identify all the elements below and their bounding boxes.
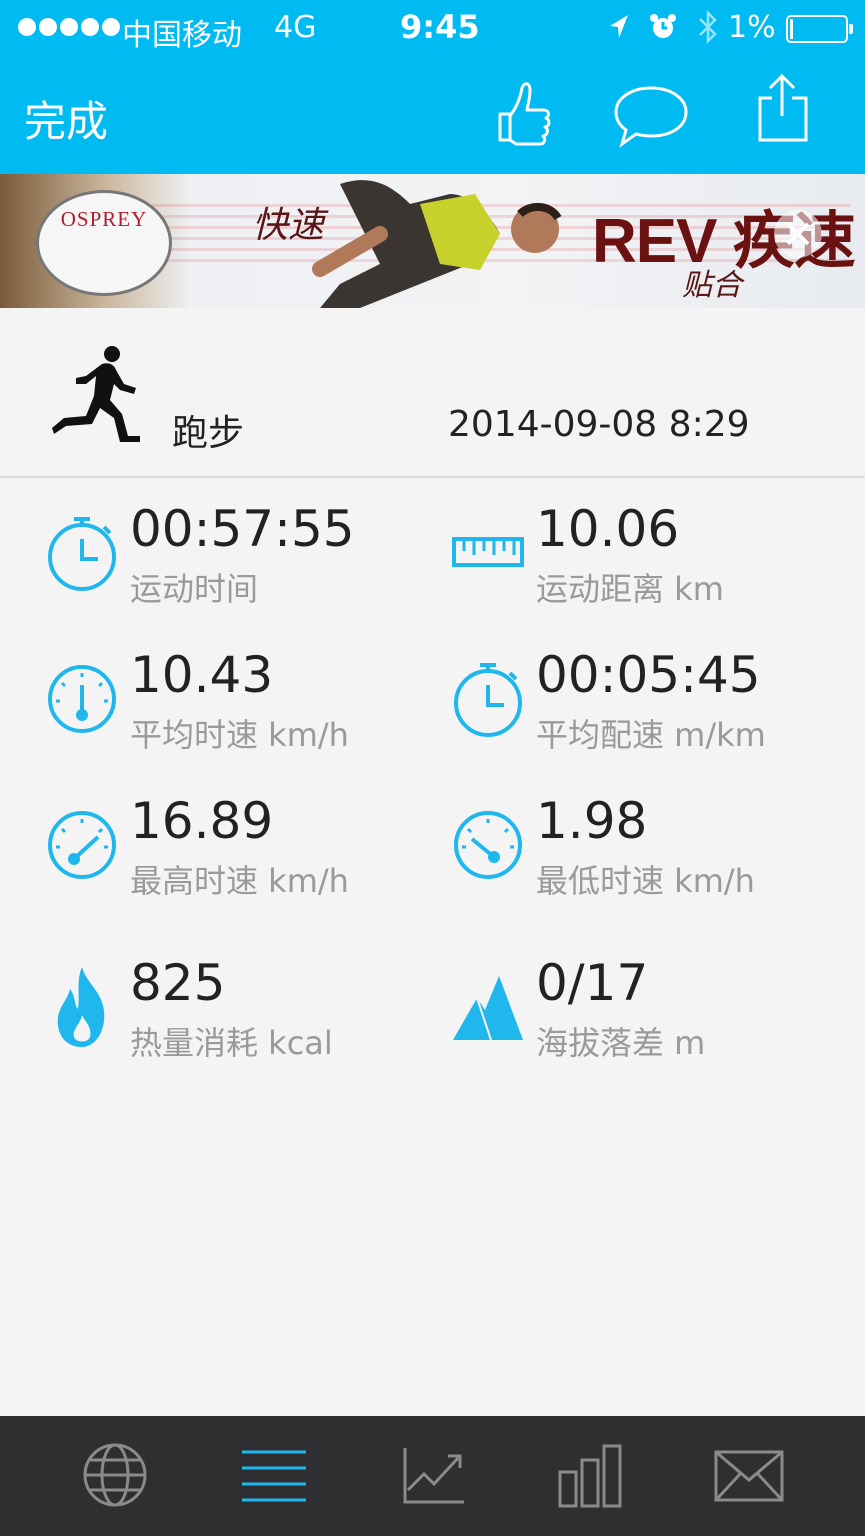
- ad-tagline-2: 贴合: [682, 268, 742, 303]
- mail-icon[interactable]: [714, 1450, 784, 1502]
- carrier-name: 中国移动: [122, 18, 242, 53]
- stat-label: 最低时速 km/h: [536, 862, 755, 900]
- ad-banner[interactable]: OSPREY 快速 REV 疾速 贴合: [0, 174, 865, 308]
- stat-value: 16.89: [130, 792, 274, 850]
- stat-label: 平均时速 km/h: [130, 716, 349, 754]
- running-icon: [52, 346, 140, 442]
- stat-value: 10.06: [536, 500, 680, 558]
- tab-bar: [0, 1416, 865, 1536]
- stopwatch-icon: [48, 517, 116, 591]
- stat-label: 运动时间: [130, 570, 259, 608]
- ad-close-icon[interactable]: [772, 208, 824, 260]
- alarm-icon: [650, 14, 676, 38]
- osprey-logo: OSPREY: [36, 190, 172, 296]
- ad-runner-image: [312, 180, 562, 308]
- ruler-icon: [452, 537, 524, 567]
- bar-chart-icon[interactable]: [556, 1442, 624, 1508]
- stat-label: 热量消耗 kcal: [130, 1024, 333, 1062]
- list-icon[interactable]: [240, 1446, 308, 1506]
- activity-header: 跑步 2014-09-08 8:29: [0, 308, 865, 478]
- thumbs-up-icon[interactable]: [494, 74, 554, 150]
- share-icon[interactable]: [752, 72, 812, 144]
- network-type: 4G: [274, 10, 317, 45]
- stat-value: 1.98: [536, 792, 648, 850]
- stat-value: 00:05:45: [536, 646, 761, 704]
- stat-min-speed: 1.98 最低时速 km/h: [450, 792, 865, 910]
- stat-value: 00:57:55: [130, 500, 355, 558]
- battery-icon: [786, 15, 853, 43]
- speedometer-low-icon: [454, 811, 522, 879]
- stat-value: 825: [130, 954, 226, 1012]
- comment-icon[interactable]: [612, 84, 690, 148]
- bluetooth-icon: [699, 10, 717, 44]
- stat-label: 最高时速 km/h: [130, 862, 349, 900]
- stopwatch-icon: [454, 663, 522, 737]
- activity-datetime: 2014-09-08 8:29: [448, 404, 750, 445]
- battery-percent: 1%: [728, 10, 776, 45]
- status-bar: 中国移动 4G 9:45 1%: [0, 0, 865, 56]
- status-time: 9:45: [400, 8, 480, 46]
- stat-label: 海拔落差 m: [536, 1024, 706, 1062]
- stat-label: 平均配速 m/km: [536, 716, 766, 754]
- stat-avg-pace: 00:05:45 平均配速 m/km: [450, 646, 865, 764]
- gauge-icon: [48, 665, 116, 733]
- trend-chart-icon[interactable]: [402, 1444, 466, 1506]
- stat-value: 10.43: [130, 646, 274, 704]
- stat-max-speed: 16.89 最高时速 km/h: [44, 792, 464, 910]
- globe-icon[interactable]: [82, 1442, 148, 1508]
- activity-type: 跑步: [172, 413, 245, 454]
- stat-distance: 10.06 运动距离 km: [450, 500, 865, 618]
- stat-label: 运动距离 km: [536, 570, 724, 608]
- navigation-bar: 完成: [0, 56, 865, 174]
- stat-elevation: 0/17 海拔落差 m: [450, 954, 865, 1072]
- stat-calories: 825 热量消耗 kcal: [44, 954, 464, 1072]
- location-arrow-icon: [610, 15, 628, 38]
- stat-duration: 00:57:55 运动时间: [44, 500, 464, 618]
- speedometer-high-icon: [48, 811, 116, 879]
- done-button[interactable]: 完成: [24, 88, 108, 149]
- stat-value: 0/17: [536, 954, 649, 1012]
- mountain-icon: [453, 976, 523, 1041]
- stat-avg-speed: 10.43 平均时速 km/h: [44, 646, 464, 764]
- flame-icon: [57, 967, 105, 1047]
- signal-strength-icon: [18, 18, 120, 36]
